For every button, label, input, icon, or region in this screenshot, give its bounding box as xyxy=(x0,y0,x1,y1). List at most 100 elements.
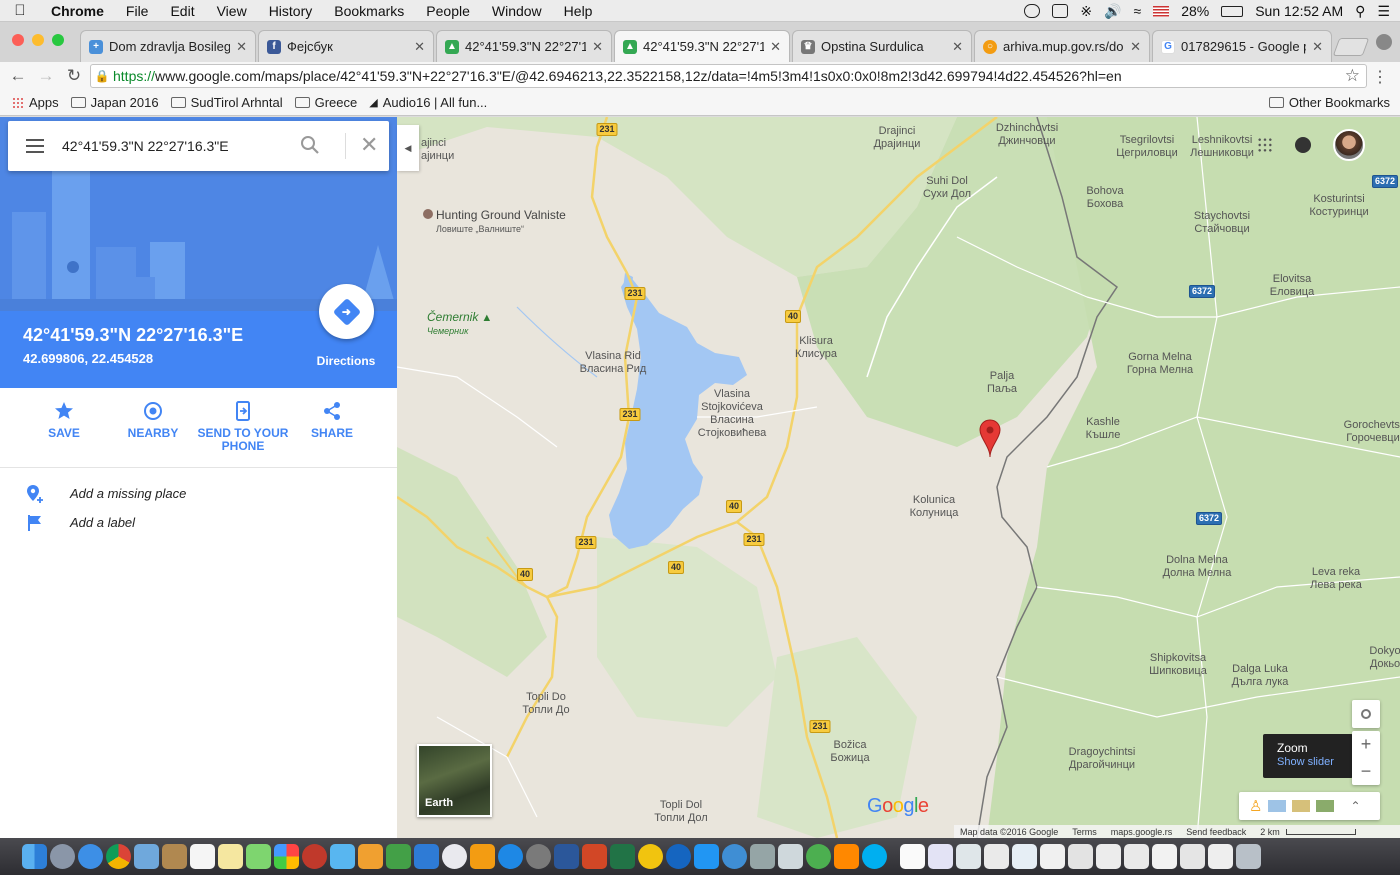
document-icon[interactable] xyxy=(984,844,1009,869)
tab-close-icon[interactable]: ✕ xyxy=(770,39,781,55)
nearby-button[interactable]: NEARBY xyxy=(103,400,203,440)
document-icon[interactable] xyxy=(956,844,981,869)
apple-icon[interactable]:  xyxy=(0,2,40,19)
expand-icon[interactable]: ⌃ xyxy=(1350,799,1360,813)
imagery-thumbnail-icon[interactable] xyxy=(1316,800,1335,812)
map-label-hunting-ground[interactable]: Hunting Ground Valniste Ловиште „Валниште… xyxy=(423,209,566,236)
back-icon[interactable]: ← xyxy=(4,66,32,86)
directions-label[interactable]: Directions xyxy=(305,354,387,368)
close-icon[interactable]: ✕ xyxy=(360,133,378,157)
collapse-panel-button[interactable]: ◀ xyxy=(397,125,419,171)
forward-icon[interactable]: → xyxy=(32,66,60,86)
tab-maps-1[interactable]: ▲ 42°41'59.3"N 22°27'16 ✕ xyxy=(436,30,612,62)
pages-icon[interactable] xyxy=(358,844,383,869)
onenote-icon[interactable] xyxy=(694,844,719,869)
zoom-in-button[interactable]: + xyxy=(1361,731,1372,758)
map-canvas[interactable]: Drajinci Драјинци Dzhinchovtsi Джинчовци T… xyxy=(397,117,1400,838)
tab-close-icon[interactable]: ✕ xyxy=(414,39,425,55)
photos-icon[interactable] xyxy=(274,844,299,869)
launchpad-icon[interactable] xyxy=(50,844,75,869)
trash-icon[interactable] xyxy=(1236,844,1261,869)
contacts-icon[interactable] xyxy=(162,844,187,869)
document-icon[interactable] xyxy=(1096,844,1121,869)
site-link[interactable]: maps.google.rs xyxy=(1111,827,1173,837)
menu-history[interactable]: History xyxy=(258,3,324,19)
document-icon[interactable] xyxy=(1012,844,1037,869)
zoom-out-button[interactable]: − xyxy=(1361,758,1372,785)
document-icon[interactable] xyxy=(1124,844,1149,869)
document-icon[interactable] xyxy=(1068,844,1093,869)
chrome-menu-icon[interactable]: ⋮ xyxy=(1372,67,1388,87)
bluetooth-icon[interactable]: ※ xyxy=(1080,3,1092,20)
skype-icon[interactable] xyxy=(862,844,887,869)
avatar[interactable] xyxy=(1333,129,1365,161)
add-label-link[interactable]: Add a label xyxy=(0,508,397,537)
add-missing-place-link[interactable]: Add a missing place xyxy=(0,479,397,508)
ibooks-icon[interactable] xyxy=(470,844,495,869)
messages-icon[interactable] xyxy=(246,844,271,869)
globe-app-icon[interactable] xyxy=(722,844,747,869)
minimize-window-icon[interactable] xyxy=(32,34,44,46)
directions-button[interactable]: ➜ xyxy=(319,284,374,339)
system-preferences-icon[interactable] xyxy=(526,844,551,869)
clock[interactable]: Sun 12:52 AM xyxy=(1255,3,1343,19)
document-icon[interactable] xyxy=(1180,844,1205,869)
send-to-phone-button[interactable]: SEND TO YOUR PHONE xyxy=(193,400,293,453)
notifications-bell-icon[interactable] xyxy=(1295,137,1311,153)
tab-opstina-surdulica[interactable]: ♛ Opstina Surdulica ✕ xyxy=(792,30,972,62)
search-input[interactable] xyxy=(62,138,292,154)
finder-icon[interactable] xyxy=(22,844,47,869)
battery-percent[interactable]: 28% xyxy=(1181,3,1209,19)
tab-arhiva-mup[interactable]: ○ arhiva.mup.gov.rs/dom ✕ xyxy=(974,30,1150,62)
calendar-icon[interactable] xyxy=(190,844,215,869)
earth-view-toggle[interactable]: Earth xyxy=(417,744,492,817)
safari-icon[interactable] xyxy=(78,844,103,869)
keynote-icon[interactable] xyxy=(414,844,439,869)
tab-close-icon[interactable]: ✕ xyxy=(592,39,603,55)
wifi-icon[interactable]: ≈ xyxy=(1134,3,1142,19)
itunes-icon[interactable] xyxy=(442,844,467,869)
bookmark-audio16[interactable]: ◢ Audio16 | All fun... xyxy=(369,95,487,110)
menu-file[interactable]: File xyxy=(115,3,160,19)
excel-icon[interactable] xyxy=(610,844,635,869)
document-icon[interactable] xyxy=(1152,844,1177,869)
document-icon[interactable] xyxy=(1208,844,1233,869)
document-icon[interactable] xyxy=(928,844,953,869)
spotlight-icon[interactable]: ⚲ xyxy=(1355,3,1365,20)
scale-label[interactable]: 2 km xyxy=(1260,827,1280,837)
share-button[interactable]: SHARE xyxy=(282,400,382,440)
tab-close-icon[interactable]: ✕ xyxy=(1130,39,1141,55)
powerpoint-icon[interactable] xyxy=(582,844,607,869)
bookmark-apps[interactable]: Apps xyxy=(12,95,59,110)
send-feedback-link[interactable]: Send feedback xyxy=(1186,827,1246,837)
tools-icon[interactable] xyxy=(750,844,775,869)
bookmark-japan-2016[interactable]: Japan 2016 xyxy=(70,95,159,110)
app-c-icon[interactable] xyxy=(666,844,691,869)
document-icon[interactable] xyxy=(1040,844,1065,869)
hamburger-menu-icon[interactable] xyxy=(8,121,62,171)
tab-google-search[interactable]: G 017829615 - Google p ✕ xyxy=(1152,30,1332,62)
location-pin-icon[interactable] xyxy=(979,419,1001,459)
disk-icon[interactable] xyxy=(778,844,803,869)
tab-close-icon[interactable]: ✕ xyxy=(952,39,963,55)
mail-icon[interactable] xyxy=(134,844,159,869)
outlook-icon[interactable] xyxy=(638,844,663,869)
notification-center-icon[interactable]: ☰ xyxy=(1377,3,1390,20)
tab-dom-zdravlja[interactable]: + Dom zdravlja Bosilegr ✕ xyxy=(80,30,256,62)
photo-booth-icon[interactable] xyxy=(302,844,327,869)
reload-icon[interactable]: ↻ xyxy=(60,66,88,86)
tab-facebook[interactable]: f Фејсбук ✕ xyxy=(258,30,434,62)
profile-icon[interactable] xyxy=(1376,34,1392,50)
other-bookmarks[interactable]: Other Bookmarks xyxy=(1268,95,1390,110)
save-button[interactable]: SAVE xyxy=(14,400,114,440)
tab-maps-active[interactable]: ▲ 42°41'59.3"N 22°27'16 ✕ xyxy=(614,30,790,62)
utorrent-icon[interactable] xyxy=(806,844,831,869)
bookmark-sudtirol[interactable]: SudTirol Arhntal xyxy=(170,95,283,110)
map-label-cemernik[interactable]: Čemernik ▲ Чемерник xyxy=(427,311,492,338)
maximize-window-icon[interactable] xyxy=(52,34,64,46)
numbers-icon[interactable] xyxy=(386,844,411,869)
bookmark-star-icon[interactable]: ☆ xyxy=(1345,66,1360,86)
terms-link[interactable]: Terms xyxy=(1072,827,1097,837)
pegman-icon[interactable]: ♙ xyxy=(1249,797,1262,815)
word-icon[interactable] xyxy=(554,844,579,869)
